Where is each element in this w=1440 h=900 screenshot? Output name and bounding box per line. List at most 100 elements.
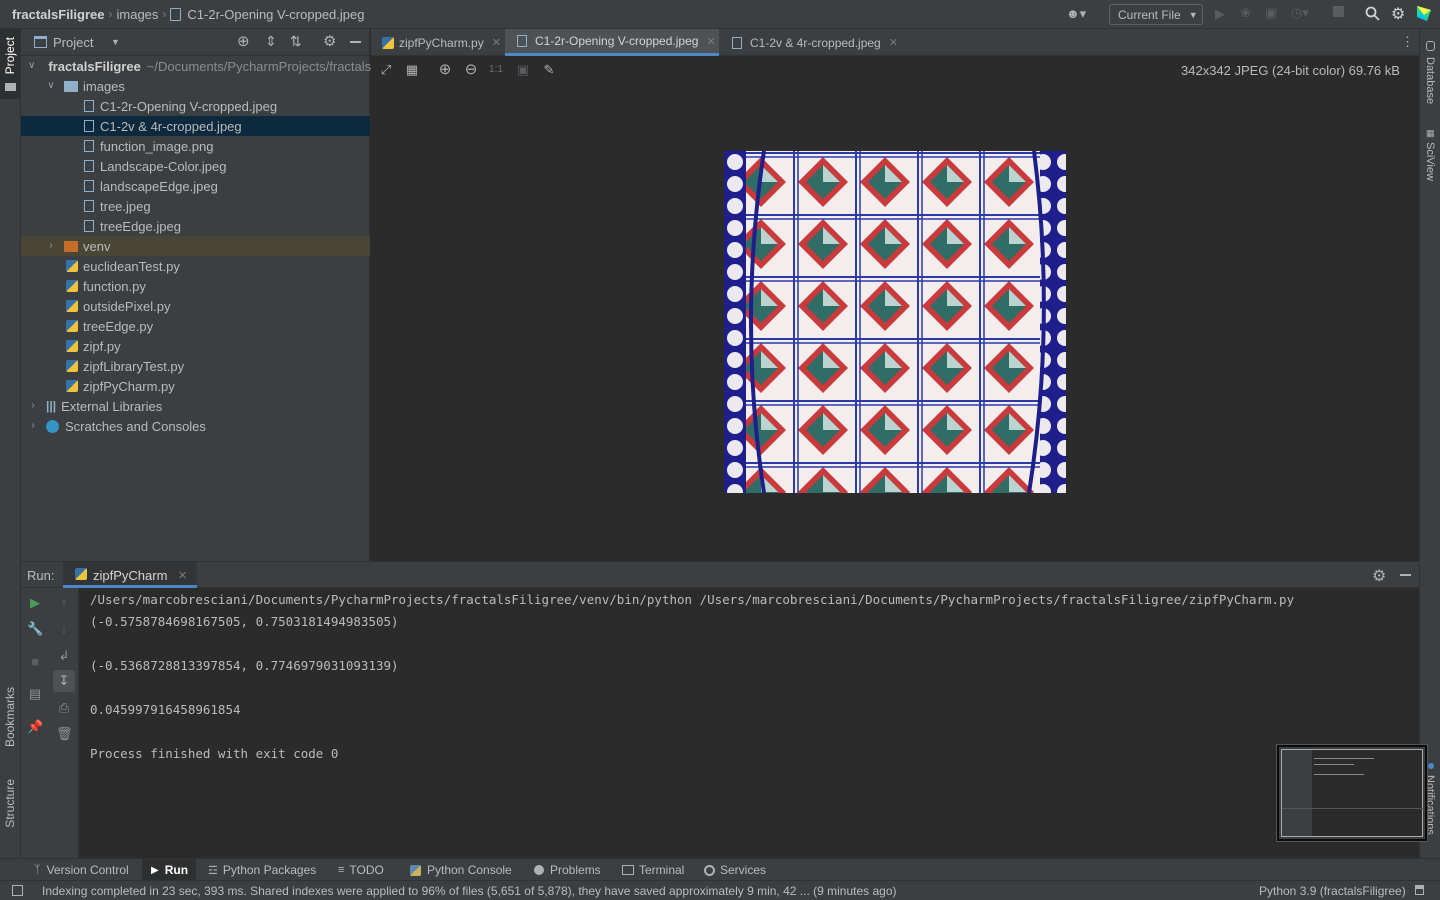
structure-tool-tab[interactable]: Structure xyxy=(0,774,20,854)
chevron-right-icon[interactable]: › xyxy=(28,421,38,431)
collapse-all-icon[interactable]: ⇅ xyxy=(290,33,302,50)
tool-tab-problems[interactable]: Problems xyxy=(527,859,607,881)
tree-folder-venv[interactable]: › venv xyxy=(21,236,370,256)
tool-tab-run[interactable]: ▶ Run xyxy=(142,859,196,881)
search-icon[interactable] xyxy=(1365,6,1380,21)
tree-root[interactable]: ∨ fractalsFiligree ~/Documents/PycharmPr… xyxy=(21,56,414,76)
arrow-down-icon[interactable]: ↓ xyxy=(56,621,72,636)
image-file-item[interactable]: C1-2v & 4r-cropped.jpeg xyxy=(21,116,370,136)
close-icon[interactable]: ✕ xyxy=(706,35,715,48)
minimize-icon[interactable] xyxy=(1400,574,1411,576)
console-output[interactable]: /Users/marcobresciani/Documents/PycharmP… xyxy=(79,588,1427,858)
tree-folder-images[interactable]: ∨ images xyxy=(21,76,370,96)
bookmarks-tool-tab[interactable]: Bookmarks xyxy=(0,679,20,764)
project-tool-tab[interactable]: Project xyxy=(0,29,20,99)
fit-zoom-icon[interactable]: ▣ xyxy=(515,62,531,78)
terminal-icon xyxy=(622,865,634,875)
file-name: function.py xyxy=(83,278,146,294)
rerun-icon[interactable]: ▶ xyxy=(27,595,43,611)
interpreter-selector[interactable]: Python 3.9 (fractalsFiligree) xyxy=(1259,884,1406,898)
tool-tab-terminal[interactable]: Terminal xyxy=(615,859,689,881)
zoom-out-icon[interactable]: ⊖ xyxy=(463,62,479,78)
scroll-to-end-icon[interactable]: ↧ xyxy=(53,670,75,692)
debug-icon[interactable]: ❀ xyxy=(1240,5,1251,21)
tool-tab-python-packages[interactable]: ☲ Python Packages xyxy=(202,859,322,881)
image-info: 342x342 JPEG (24-bit color) 69.76 kB xyxy=(1181,63,1400,78)
lock-icon[interactable] xyxy=(1415,885,1424,895)
run-tab[interactable]: zipfPyCharm ✕ xyxy=(63,562,197,588)
zoom-in-icon[interactable]: ⊕ xyxy=(437,62,453,78)
python-file-item[interactable]: outsidePixel.py xyxy=(21,296,370,316)
image-file-item[interactable]: Landscape-Color.jpeg xyxy=(21,156,370,176)
breadcrumb-folder[interactable]: images xyxy=(117,7,159,22)
minimize-icon[interactable] xyxy=(350,41,361,43)
image-file-item[interactable]: C1-2r-Opening V-cropped.jpeg xyxy=(21,96,370,116)
gear-icon[interactable]: ⚙ xyxy=(1372,566,1386,586)
image-file-icon xyxy=(170,7,182,21)
arrow-up-icon[interactable]: ↑ xyxy=(56,595,72,610)
toggle-panels-icon[interactable] xyxy=(12,885,23,896)
locate-icon[interactable]: ⊕ xyxy=(237,32,250,50)
close-icon[interactable]: ✕ xyxy=(492,36,501,49)
image-file-item[interactable]: tree.jpeg xyxy=(21,196,370,216)
file-name: zipfLibraryTest.py xyxy=(83,358,185,374)
pin-icon[interactable]: 📌 xyxy=(27,719,43,735)
chevron-right-icon[interactable]: › xyxy=(46,241,56,251)
print-icon[interactable]: ⎙ xyxy=(56,700,72,716)
database-tool-tab[interactable]: Database xyxy=(1420,37,1440,117)
close-icon[interactable]: ✕ xyxy=(178,569,187,582)
jetbrains-logo-icon[interactable] xyxy=(1417,6,1431,21)
image-file-item[interactable]: landscapeEdge.jpeg xyxy=(21,176,370,196)
expand-all-icon[interactable]: ⇕ xyxy=(265,33,277,50)
python-file-item[interactable]: euclideanTest.py xyxy=(21,256,370,276)
chevron-down-icon[interactable]: ∨ xyxy=(46,81,56,91)
user-icon[interactable]: ☻▾ xyxy=(1066,6,1086,22)
breadcrumb-project[interactable]: fractalsFiligree xyxy=(12,7,105,22)
stop-icon[interactable] xyxy=(1333,6,1344,17)
chevron-down-icon[interactable]: ▼ xyxy=(111,37,120,47)
editor-tab[interactable]: zipfPyCharm.py ✕ xyxy=(371,29,505,56)
editor-tab-active[interactable]: C1-2r-Opening V-cropped.jpeg ✕ xyxy=(505,29,719,56)
tree-external-libraries[interactable]: › ||| External Libraries xyxy=(21,396,370,416)
wrench-icon[interactable]: 🔧 xyxy=(27,621,43,637)
editor-tab[interactable]: C1-2v & 4r-cropped.jpeg ✕ xyxy=(719,29,904,56)
gear-icon[interactable]: ⚙ xyxy=(323,32,336,50)
grid-icon[interactable]: ▦ xyxy=(404,62,420,78)
profile-icon[interactable]: ◷▾ xyxy=(1291,5,1309,21)
project-view-select[interactable]: Project xyxy=(53,35,93,50)
actual-size-button[interactable]: 1:1 xyxy=(488,62,504,78)
fit-to-window-icon[interactable]: ⤢ xyxy=(378,62,394,78)
run-configuration-select[interactable]: Current File ▼ xyxy=(1109,4,1203,25)
grid-icon: ▦ xyxy=(1426,128,1435,138)
python-file-item[interactable]: zipfLibraryTest.py xyxy=(21,356,370,376)
python-file-item[interactable]: zipf.py xyxy=(21,336,370,356)
coverage-icon[interactable]: ▣ xyxy=(1265,5,1277,21)
tool-window-bar: ᛉ Version Control ▶ Run ☲ Python Package… xyxy=(0,858,1440,881)
tool-tab-version-control[interactable]: ᛉ Version Control xyxy=(27,859,139,881)
more-options-icon[interactable]: ⋮ xyxy=(1401,34,1414,50)
services-icon xyxy=(704,864,715,876)
tool-tab-python-console[interactable]: Python Console xyxy=(402,859,517,881)
color-picker-icon[interactable]: ✎ xyxy=(541,62,557,78)
stop-icon[interactable]: ■ xyxy=(27,654,43,669)
trash-icon[interactable]: 🗑 xyxy=(56,726,73,742)
layout-icon[interactable]: ▤ xyxy=(27,686,43,702)
breadcrumb-file[interactable]: C1-2r-Opening V-cropped.jpeg xyxy=(187,7,364,22)
python-file-item[interactable]: function.py xyxy=(21,276,370,296)
tool-tab-services[interactable]: Services xyxy=(697,859,771,881)
chevron-right-icon[interactable]: › xyxy=(28,401,38,411)
run-icon[interactable]: ▶ xyxy=(1215,6,1225,22)
chevron-down-icon[interactable]: ∨ xyxy=(28,61,35,71)
python-file-item[interactable]: zipfPyCharm.py xyxy=(21,376,370,396)
python-file-item[interactable]: treeEdge.py xyxy=(21,316,370,336)
tree-scratches[interactable]: › Scratches and Consoles xyxy=(21,416,370,436)
close-icon[interactable]: ✕ xyxy=(889,36,898,49)
soft-wrap-icon[interactable]: ↲ xyxy=(56,648,72,664)
tool-tab-todo[interactable]: ≡ TODO xyxy=(333,859,393,881)
image-file-item[interactable]: function_image.png xyxy=(21,136,370,156)
sciview-tool-tab[interactable]: ▦ SciView xyxy=(1420,124,1440,189)
image-toolbar: ⤢ ▦ ⊕ ⊖ 1:1 ▣ ✎ 342x342 JPEG (24-bit col… xyxy=(371,56,1419,84)
status-message[interactable]: Indexing completed in 23 sec, 393 ms. Sh… xyxy=(42,884,897,898)
image-file-item[interactable]: treeEdge.jpeg xyxy=(21,216,370,236)
gear-icon[interactable]: ⚙ xyxy=(1391,4,1405,24)
